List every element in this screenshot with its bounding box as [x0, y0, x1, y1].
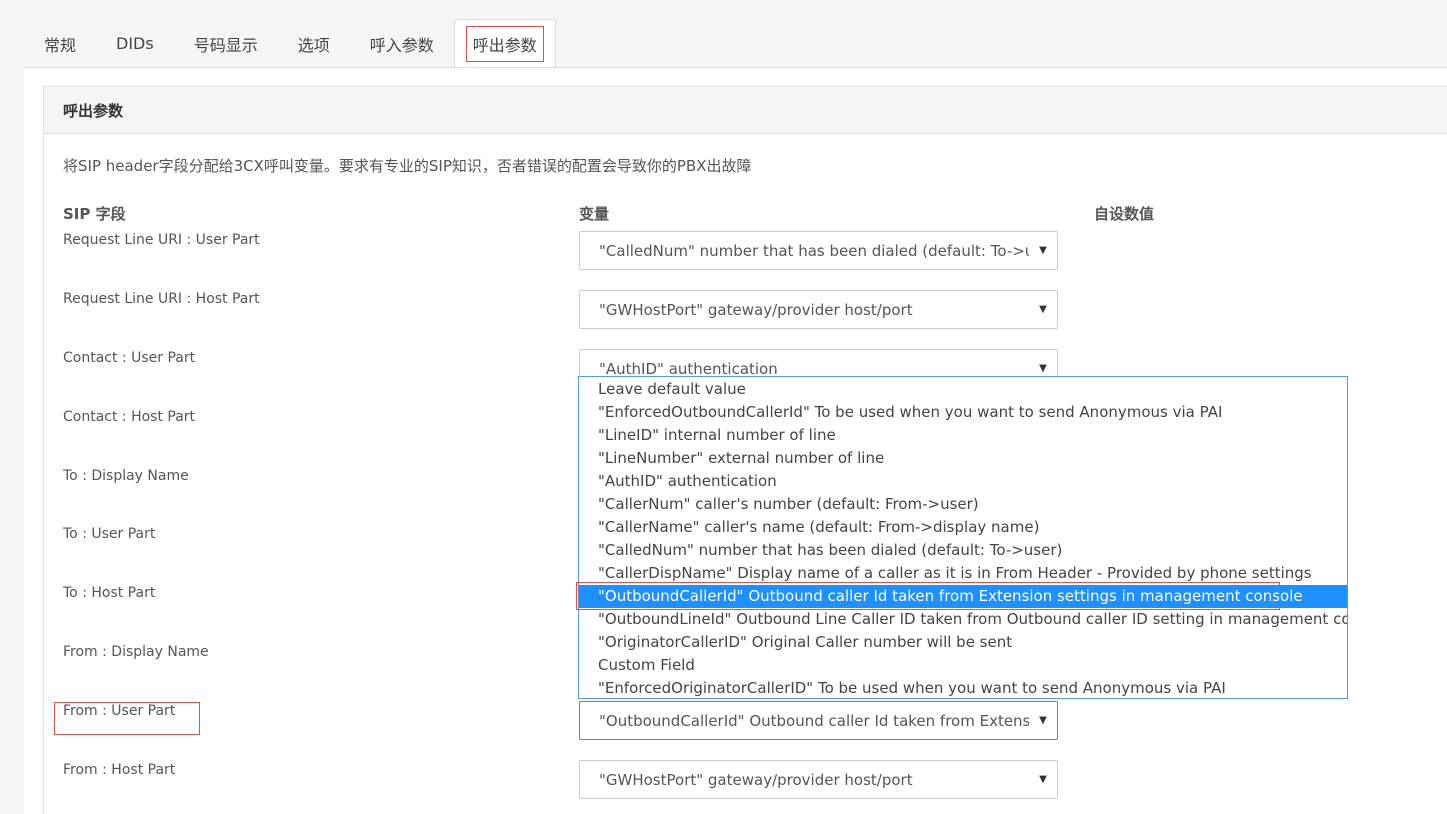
dropdown-option[interactable]: "CallerDispName" Display name of a calle…	[579, 562, 1347, 585]
column-header-sip-field: SIP 字段	[63, 205, 126, 223]
select-value: "GWHostPort" gateway/provider host/port	[599, 300, 913, 319]
tab-dids[interactable]: DIDs	[96, 19, 174, 68]
caret-down-icon: ▼	[1039, 715, 1047, 726]
tab-inbound-params[interactable]: 呼入参数	[350, 19, 454, 68]
field-label-from-host: From : Host Part	[63, 762, 176, 778]
tab-caller-id[interactable]: 号码显示	[174, 19, 278, 68]
field-label-contact-host: Contact : Host Part	[63, 409, 196, 425]
tab-bar: 常规 DIDs 号码显示 选项 呼入参数 呼出参数	[24, 19, 556, 68]
dropdown-option[interactable]: "CalledNum" number that has been dialed …	[579, 539, 1347, 562]
variable-select-from-user[interactable]: "OutboundCallerId" Outbound caller Id ta…	[579, 701, 1058, 740]
caret-down-icon: ▼	[1039, 245, 1047, 256]
field-label-request-uri-host: Request Line URI : Host Part	[63, 291, 260, 307]
tab-label: 呼出参数	[465, 26, 544, 62]
caret-down-icon: ▼	[1039, 304, 1047, 315]
panel-description: 将SIP header字段分配给3CX呼叫变量。要求有专业的SIP知识，否者错误…	[63, 157, 752, 175]
caret-down-icon: ▼	[1039, 363, 1047, 374]
field-label-request-uri-user: Request Line URI : User Part	[63, 232, 260, 248]
tab-options[interactable]: 选项	[278, 19, 350, 68]
tab-label: DIDs	[116, 34, 154, 53]
dropdown-option[interactable]: "EnforcedOutboundCallerId" To be used wh…	[579, 401, 1347, 424]
tab-outbound-params[interactable]: 呼出参数	[453, 19, 556, 68]
column-header-variable: 变量	[579, 205, 610, 223]
field-label-to-display-name: To : Display Name	[63, 468, 189, 484]
caret-down-icon: ▼	[1039, 774, 1047, 785]
dropdown-option[interactable]: "LineNumber" external number of line	[579, 447, 1347, 470]
field-label-from-display-name: From : Display Name	[63, 644, 209, 660]
tab-label: 号码显示	[193, 35, 258, 55]
field-label-to-host: To : Host Part	[63, 585, 156, 601]
dropdown-option[interactable]: "EnforcedOriginatorCallerID" To be used …	[579, 677, 1347, 698]
dropdown-option[interactable]: "OutboundLineId" Outbound Line Caller ID…	[579, 608, 1347, 631]
select-value: "CalledNum" number that has been dialed …	[599, 241, 1029, 260]
dropdown-option[interactable]: "LineID" internal number of line	[579, 424, 1347, 447]
dropdown-option-selected[interactable]: "OutboundCallerId" Outbound caller Id ta…	[579, 585, 1347, 608]
tab-general[interactable]: 常规	[24, 19, 96, 68]
select-value: "GWHostPort" gateway/provider host/port	[599, 770, 913, 789]
variable-select-request-uri-host[interactable]: "GWHostPort" gateway/provider host/port …	[579, 290, 1058, 329]
select-value: "OutboundCallerId" Outbound caller Id ta…	[599, 711, 1029, 730]
variable-dropdown-list[interactable]: Leave default value "EnforcedOutboundCal…	[578, 376, 1348, 699]
field-label-contact-user: Contact : User Part	[63, 350, 196, 366]
variable-select-from-host[interactable]: "GWHostPort" gateway/provider host/port …	[579, 760, 1058, 799]
dropdown-option[interactable]: "CallerName" caller's name (default: Fro…	[579, 516, 1347, 539]
field-label-to-user: To : User Part	[63, 526, 156, 542]
panel-title: 呼出参数	[44, 87, 1447, 134]
field-label-from-user: From : User Part	[54, 702, 200, 735]
dropdown-option[interactable]: "CallerNum" caller's number (default: Fr…	[579, 493, 1347, 516]
variable-select-request-uri-user[interactable]: "CalledNum" number that has been dialed …	[579, 231, 1058, 270]
dropdown-option[interactable]: "AuthID" authentication	[579, 470, 1347, 493]
tab-label: 选项	[297, 35, 330, 55]
column-header-custom-value: 自设数值	[1094, 205, 1155, 223]
tab-label: 常规	[44, 35, 77, 55]
select-value: "AuthID" authentication	[599, 359, 778, 378]
dropdown-option[interactable]: Leave default value	[579, 378, 1347, 401]
tab-label: 呼入参数	[369, 35, 434, 55]
dropdown-option[interactable]: "OriginatorCallerID" Original Caller num…	[579, 631, 1347, 654]
dropdown-option[interactable]: Custom Field	[579, 654, 1347, 677]
